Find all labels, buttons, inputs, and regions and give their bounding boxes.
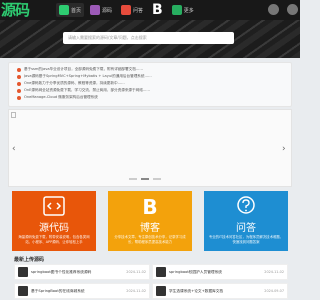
- thumbnail: [156, 267, 166, 277]
- header-actions: [268, 4, 298, 15]
- site-logo[interactable]: 源码: [0, 0, 52, 20]
- card-title: 博客: [140, 223, 160, 234]
- card-desc: 分享技术文章，专注原创技术分享，记录学习成长，帮助程序员提高技术能力: [114, 235, 186, 244]
- search-placeholder: 请输入需要搜索的源码/文章/问题，点击搜索: [68, 35, 147, 40]
- carousel-next-icon[interactable]: ›: [282, 144, 288, 154]
- section-title: 最新上传源码: [14, 257, 45, 263]
- bullet-icon: [17, 67, 21, 72]
- card-blog[interactable]: B 博客 分享技术文章，专注原创技术分享，记录学习成长，帮助程序员提高技术能力: [108, 191, 192, 251]
- menu-icon[interactable]: [287, 4, 298, 15]
- nav-label: 源码: [102, 7, 113, 14]
- notice-line[interactable]: Java源码基于SpringMVC+Spring+Mybatis + Layui…: [17, 73, 283, 80]
- svg-text:B: B: [142, 196, 157, 216]
- notice-line[interactable]: 基于ssm的java毕业设计项目，全部源码免费下载，附有详细部署文档……: [17, 66, 283, 73]
- notice-line[interactable]: One源码致力于分享优质的源码、教程等资源，持续更新中……: [17, 80, 283, 87]
- nav-item-qa[interactable]: 问答: [118, 3, 146, 17]
- bullet-icon: [17, 95, 21, 100]
- hero-banner: 请输入需要搜索的源码/文章/问题，点击搜索: [0, 20, 300, 58]
- item-title: 基于SpringBoot的在线商城系统: [31, 288, 85, 293]
- list-item[interactable]: springboot校园护人员管理系统 2024-11-02: [152, 264, 288, 280]
- notice-text: OnE源码网全站资源免费下载，学习交流，禁止商用，部分资源来源于网络……: [24, 88, 150, 92]
- notice-text: One源码致力于分享优质的源码、教程等资源，持续更新中……: [24, 81, 125, 85]
- code-bracket-icon: [43, 196, 65, 216]
- banner-carousel[interactable]: ‹ ›: [8, 109, 292, 187]
- nav-item-home[interactable]: 首页: [56, 3, 85, 17]
- notice-board: 基于ssm的java毕业设计项目，全部源码免费下载，附有详细部署文档…… Jav…: [8, 62, 292, 107]
- carousel-dot[interactable]: [141, 178, 149, 180]
- search-input[interactable]: 请输入需要搜索的源码/文章/问题，点击搜索: [63, 32, 234, 44]
- carousel-dot[interactable]: [129, 178, 137, 180]
- nav-item-blog[interactable]: B: [149, 3, 166, 17]
- code-icon: [90, 5, 101, 15]
- notice-text: 基于ssm的java毕业设计项目，全部源码免费下载，附有详细部署文档……: [24, 67, 143, 71]
- thumbnail: [18, 267, 28, 277]
- list-item[interactable]: 学生选课系统+论文+数据库文档 2024-09-07: [152, 283, 288, 299]
- item-title: springboot校园护人员管理系统: [169, 269, 222, 274]
- broken-image-icon: [11, 112, 16, 118]
- notice-text: OneManage-Cloud 微服务架构后台管理系统: [24, 95, 98, 99]
- card-title: 问答: [236, 223, 256, 234]
- notice-line[interactable]: OneManage-Cloud 微服务架构后台管理系统: [17, 94, 283, 101]
- item-title: springboot图书个性化推荐系统源码: [31, 269, 92, 274]
- card-title: 源代码: [39, 223, 69, 234]
- item-date: 2024-11-02: [264, 270, 284, 274]
- more-icon: [171, 5, 182, 15]
- bullet-icon: [17, 74, 21, 79]
- thumbnail: [156, 286, 166, 296]
- chat-question-icon: [237, 196, 255, 214]
- carousel-prev-icon[interactable]: ‹: [12, 144, 18, 154]
- nav-label: 问答: [133, 7, 144, 14]
- card-desc: 海量源码免费下载，附带安装说明，包含各类网站、小程序、APP源码，让你轻松上手: [18, 235, 90, 244]
- carousel-indicators: [129, 178, 161, 180]
- question-icon: [121, 5, 132, 15]
- item-date: 2024-11-02: [126, 270, 146, 274]
- main-nav: 首页 源码 问答 B 更多: [56, 3, 197, 17]
- bullet-icon: [17, 88, 21, 93]
- nav-item-more[interactable]: 更多: [169, 3, 197, 17]
- blog-b-icon: B: [142, 196, 157, 216]
- notice-text: Java源码基于SpringMVC+Spring+Mybatis + Layui…: [24, 74, 152, 78]
- item-date: 2024-11-02: [126, 289, 146, 293]
- thumbnail: [18, 286, 28, 296]
- nav-label: 首页: [71, 7, 82, 14]
- list-item[interactable]: 基于SpringBoot的在线商城系统 2024-11-02: [14, 283, 150, 299]
- top-navbar: 源码 首页 源码 问答 B 更多: [0, 0, 300, 20]
- home-icon: [59, 5, 69, 15]
- carousel-dot[interactable]: [153, 178, 161, 180]
- item-date: 2024-09-07: [264, 289, 284, 293]
- bullet-icon: [17, 81, 21, 86]
- notice-line[interactable]: OnE源码网全站资源免费下载，学习交流，禁止商用，部分资源来源于网络……: [17, 87, 283, 94]
- nav-label: 更多: [183, 7, 194, 14]
- item-title: 学生选课系统+论文+数据库文档: [169, 288, 224, 293]
- card-desc: 专业的IT技术问答社区，为程序员解决技术难题，快速找到问题答案: [208, 235, 284, 244]
- list-item[interactable]: springboot图书个性化推荐系统源码 2024-11-02: [14, 264, 150, 280]
- card-source-code[interactable]: 源代码 海量源码免费下载，附带安装说明，包含各类网站、小程序、APP源码，让你轻…: [12, 191, 96, 251]
- user-icon[interactable]: [268, 4, 279, 15]
- card-qa[interactable]: 问答 专业的IT技术问答社区，为程序员解决技术难题，快速找到问题答案: [204, 191, 288, 251]
- blog-icon: B: [152, 2, 163, 18]
- nav-item-source[interactable]: 源码: [87, 3, 115, 17]
